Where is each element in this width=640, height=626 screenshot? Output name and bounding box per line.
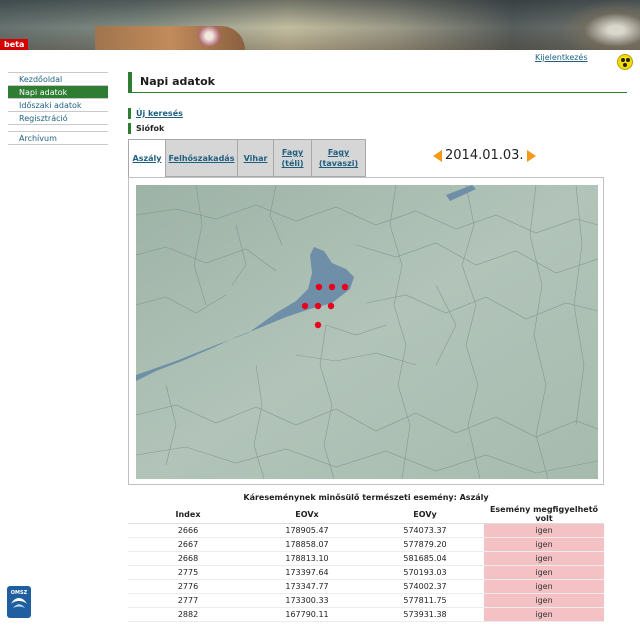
cell-index: 2666 [128,523,248,538]
cell-observed: igen [484,593,604,608]
banner-frost-tree [560,0,640,50]
event-marker[interactable] [314,321,322,329]
col-eovy-header: EOVy [366,505,484,524]
cell-eovy: 570193.03 [366,565,484,580]
location-label: Siófok [128,123,164,134]
accessibility-icon[interactable] [617,54,633,70]
cell-eovx: 178858.07 [248,537,366,552]
table-row: 2882 167790.11 573931.38 igen [128,607,604,622]
sidebar-item-registration[interactable]: Regisztráció [8,112,108,125]
cell-observed: igen [484,551,604,566]
tab-storm[interactable]: Vihar [238,139,274,177]
date-navigator: 2014.01.03. [433,148,536,163]
banner-plant [195,26,223,46]
arrow-left-icon[interactable] [433,149,442,162]
tab-frost-spring[interactable]: Fagy (tavaszi) [312,139,366,177]
arrow-right-icon[interactable] [526,149,536,162]
cell-eovx: 178905.47 [248,523,366,538]
event-marker[interactable] [301,302,309,310]
event-marker[interactable] [315,283,323,291]
sidebar-item-home[interactable]: Kezdőoldal [8,73,108,86]
table-row: 2777 173300.33 577811.75 igen [128,593,604,608]
cell-eovy: 574073.37 [366,523,484,538]
cell-eovx: 173300.33 [248,593,366,608]
map-land [136,185,598,479]
beta-badge: beta [0,39,28,50]
cell-eovy: 573931.38 [366,607,484,622]
cell-index: 2775 [128,565,248,580]
table-row: 2668 178813.10 581685.04 igen [128,551,604,566]
table-caption: Káreseménynek minősülő természeti esemén… [243,493,489,502]
table-row: 2667 178858.07 577879.20 igen [128,537,604,552]
col-index-header: Index [128,505,248,524]
cell-index: 2777 [128,593,248,608]
new-search-link[interactable]: Új keresés [128,108,183,119]
cell-observed: igen [484,565,604,580]
tab-drought[interactable]: Aszály [128,139,166,177]
cell-eovx: 173347.77 [248,579,366,594]
page-title: Napi adatok [128,72,627,93]
event-marker[interactable] [341,283,349,291]
cell-observed: igen [484,579,604,594]
cell-index: 2882 [128,607,248,622]
sidebar-item-period-data[interactable]: Időszaki adatok [8,99,108,112]
header-banner [0,0,640,50]
cell-index: 2668 [128,551,248,566]
logo-text: OMSZ [11,590,28,596]
event-marker[interactable] [314,302,322,310]
event-table: Index EOVx EOVy Esemény megfigyelhető vo… [128,505,604,622]
sidebar-nav: Kezdőoldal Napi adatok Időszaki adatok R… [8,72,108,145]
cell-eovy: 577811.75 [366,593,484,608]
table-row: 2776 173347.77 574002.37 igen [128,579,604,594]
table-header-row: Index EOVx EOVy Esemény megfigyelhető vo… [128,505,604,524]
sidebar-divider [8,125,108,132]
tab-frost-winter[interactable]: Fagy (téli) [274,139,312,177]
cell-observed: igen [484,523,604,538]
logout-link[interactable]: Kijelentkezés [535,53,588,62]
current-date: 2014.01.03. [445,148,524,163]
map-panel[interactable] [128,177,604,485]
sidebar-item-archive[interactable]: Archívum [8,132,108,145]
cell-eovx: 178813.10 [248,551,366,566]
cell-eovy: 574002.37 [366,579,484,594]
table-row: 2775 173397.64 570193.03 igen [128,565,604,580]
drought-map[interactable] [136,185,598,479]
omsz-logo: OMSZ [7,586,31,618]
col-eovx-header: EOVx [248,505,366,524]
cell-eovy: 581685.04 [366,551,484,566]
cell-eovx: 173397.64 [248,565,366,580]
sidebar-item-daily-data[interactable]: Napi adatok [8,86,108,99]
col-observed-header: Esemény megfigyelhető volt [484,505,604,524]
event-tabs: Aszály Felhőszakadás Vihar Fagy (téli) F… [128,139,366,177]
cell-eovy: 577879.20 [366,537,484,552]
cell-index: 2667 [128,537,248,552]
cell-eovx: 167790.11 [248,607,366,622]
event-marker[interactable] [328,283,336,291]
table-row: 2666 178905.47 574073.37 igen [128,523,604,538]
cell-observed: igen [484,607,604,622]
cell-index: 2776 [128,579,248,594]
event-marker[interactable] [327,302,335,310]
cell-observed: igen [484,537,604,552]
tab-cloudburst[interactable]: Felhőszakadás [166,139,238,177]
